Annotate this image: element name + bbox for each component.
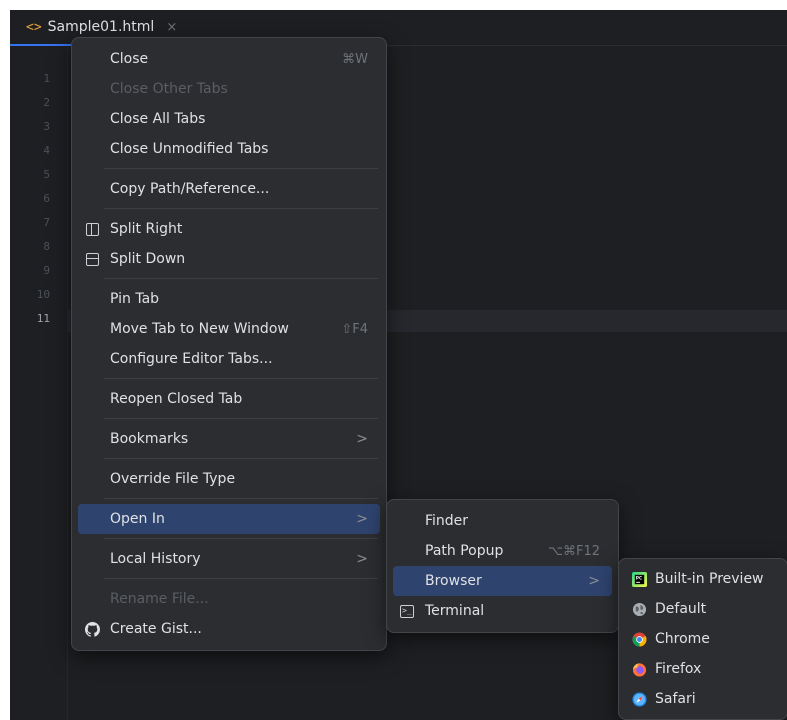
menu-item-bookmarks[interactable]: Bookmarks > (78, 424, 380, 454)
menu-item-label: Close (110, 51, 149, 67)
close-icon[interactable]: × (166, 20, 177, 35)
menu-item-label: Default (655, 601, 707, 617)
globe-icon (631, 601, 647, 617)
safari-icon (631, 691, 647, 707)
line-number-gutter: 1 2 3 4 5 6 7 8 9 10 11 (10, 47, 68, 720)
menu-item-close[interactable]: Close ⌘W (78, 44, 380, 74)
menu-item-label: Browser (425, 573, 482, 589)
menu-item-override-file-type[interactable]: Override File Type (78, 464, 380, 494)
menu-item-label: Firefox (655, 661, 702, 677)
line-number: 3 (43, 120, 50, 133)
svg-text:PC: PC (635, 575, 641, 580)
chevron-right-icon: > (356, 511, 368, 527)
split-horizontal-icon (84, 251, 100, 267)
menu-item-label: Configure Editor Tabs... (110, 351, 273, 367)
menu-item-label: Path Popup (425, 543, 504, 559)
menu-item-label: Reopen Closed Tab (110, 391, 243, 407)
menu-item-close-unmodified-tabs[interactable]: Close Unmodified Tabs (78, 134, 380, 164)
line-number: 4 (43, 144, 50, 157)
line-number: 10 (36, 288, 50, 301)
menu-item-label: Bookmarks (110, 431, 189, 447)
menu-item-safari[interactable]: Safari (625, 684, 787, 714)
menu-item-local-history[interactable]: Local History > (78, 544, 380, 574)
tab-title: Sample01.html (47, 19, 155, 35)
menu-item-split-down[interactable]: Split Down (78, 244, 380, 274)
menu-item-close-other-tabs: Close Other Tabs (78, 74, 380, 104)
menu-item-create-gist[interactable]: Create Gist... (78, 614, 380, 644)
line-number: 2 (43, 96, 50, 109)
menu-item-label: Create Gist... (110, 621, 202, 637)
menu-item-default-browser[interactable]: Default (625, 594, 787, 624)
menu-item-label: Move Tab to New Window (110, 321, 289, 337)
menu-item-chrome[interactable]: Chrome (625, 624, 787, 654)
menu-separator (104, 538, 378, 539)
menu-item-copy-path[interactable]: Copy Path/Reference... (78, 174, 380, 204)
menu-item-label: Terminal (425, 603, 485, 619)
menu-item-label: Chrome (655, 631, 710, 647)
menu-item-browser[interactable]: Browser > (393, 566, 612, 596)
menu-separator (104, 458, 378, 459)
line-number: 5 (43, 168, 50, 181)
menu-item-label: Safari (655, 691, 696, 707)
line-number: 8 (43, 240, 50, 253)
menu-item-label: Local History (110, 551, 201, 567)
menu-item-label: Copy Path/Reference... (110, 181, 270, 197)
menu-item-configure-editor-tabs[interactable]: Configure Editor Tabs... (78, 344, 380, 374)
shortcut-label: ⇧F4 (341, 321, 368, 337)
chevron-right-icon: > (356, 551, 368, 567)
menu-separator (104, 498, 378, 499)
tab-context-menu: Close ⌘W Close Other Tabs Close All Tabs… (71, 37, 387, 651)
menu-item-finder[interactable]: Finder (393, 506, 612, 536)
line-number: 6 (43, 192, 50, 205)
menu-item-label: Close Unmodified Tabs (110, 141, 269, 157)
terminal-icon: >_ (399, 603, 415, 619)
menu-item-split-right[interactable]: Split Right (78, 214, 380, 244)
menu-item-label: Split Right (110, 221, 183, 237)
menu-separator (104, 168, 378, 169)
line-number: 1 (43, 72, 50, 85)
menu-item-label: Finder (425, 513, 469, 529)
pycharm-icon: PC (631, 571, 647, 587)
menu-separator (104, 578, 378, 579)
browser-submenu: PC Built-in Preview Default Chrome Firef… (618, 558, 787, 720)
firefox-icon (631, 661, 647, 677)
github-icon (84, 621, 100, 637)
html-file-icon: <> (26, 19, 42, 35)
menu-item-terminal[interactable]: >_ Terminal (393, 596, 612, 626)
menu-item-label: Pin Tab (110, 291, 160, 307)
chevron-right-icon: > (356, 431, 368, 447)
chevron-right-icon: > (588, 573, 600, 589)
chrome-icon (631, 631, 647, 647)
menu-item-path-popup[interactable]: Path Popup ⌥⌘F12 (393, 536, 612, 566)
menu-item-label: Override File Type (110, 471, 236, 487)
menu-item-firefox[interactable]: Firefox (625, 654, 787, 684)
menu-item-builtin-preview[interactable]: PC Built-in Preview (625, 564, 787, 594)
menu-item-move-tab-new-window[interactable]: Move Tab to New Window ⇧F4 (78, 314, 380, 344)
line-number: 9 (43, 264, 50, 277)
menu-separator (104, 418, 378, 419)
menu-separator (104, 278, 378, 279)
shortcut-label: ⌘W (342, 51, 368, 67)
menu-item-label: Close All Tabs (110, 111, 206, 127)
open-in-submenu: Finder Path Popup ⌥⌘F12 Browser > >_ Ter… (386, 499, 619, 633)
menu-item-label: Close Other Tabs (110, 81, 228, 97)
menu-item-rename-file: Rename File... (78, 584, 380, 614)
menu-item-label: Split Down (110, 251, 186, 267)
menu-item-pin-tab[interactable]: Pin Tab (78, 284, 380, 314)
menu-item-label: Built-in Preview (655, 571, 764, 587)
menu-item-close-all-tabs[interactable]: Close All Tabs (78, 104, 380, 134)
menu-item-reopen-closed-tab[interactable]: Reopen Closed Tab (78, 384, 380, 414)
menu-separator (104, 378, 378, 379)
menu-item-label: Open In (110, 511, 165, 527)
menu-separator (104, 208, 378, 209)
line-number: 7 (43, 216, 50, 229)
shortcut-label: ⌥⌘F12 (548, 543, 600, 559)
menu-item-open-in[interactable]: Open In > (78, 504, 380, 534)
menu-item-label: Rename File... (110, 591, 209, 607)
line-number-current: 11 (36, 312, 50, 325)
split-vertical-icon (84, 221, 100, 237)
